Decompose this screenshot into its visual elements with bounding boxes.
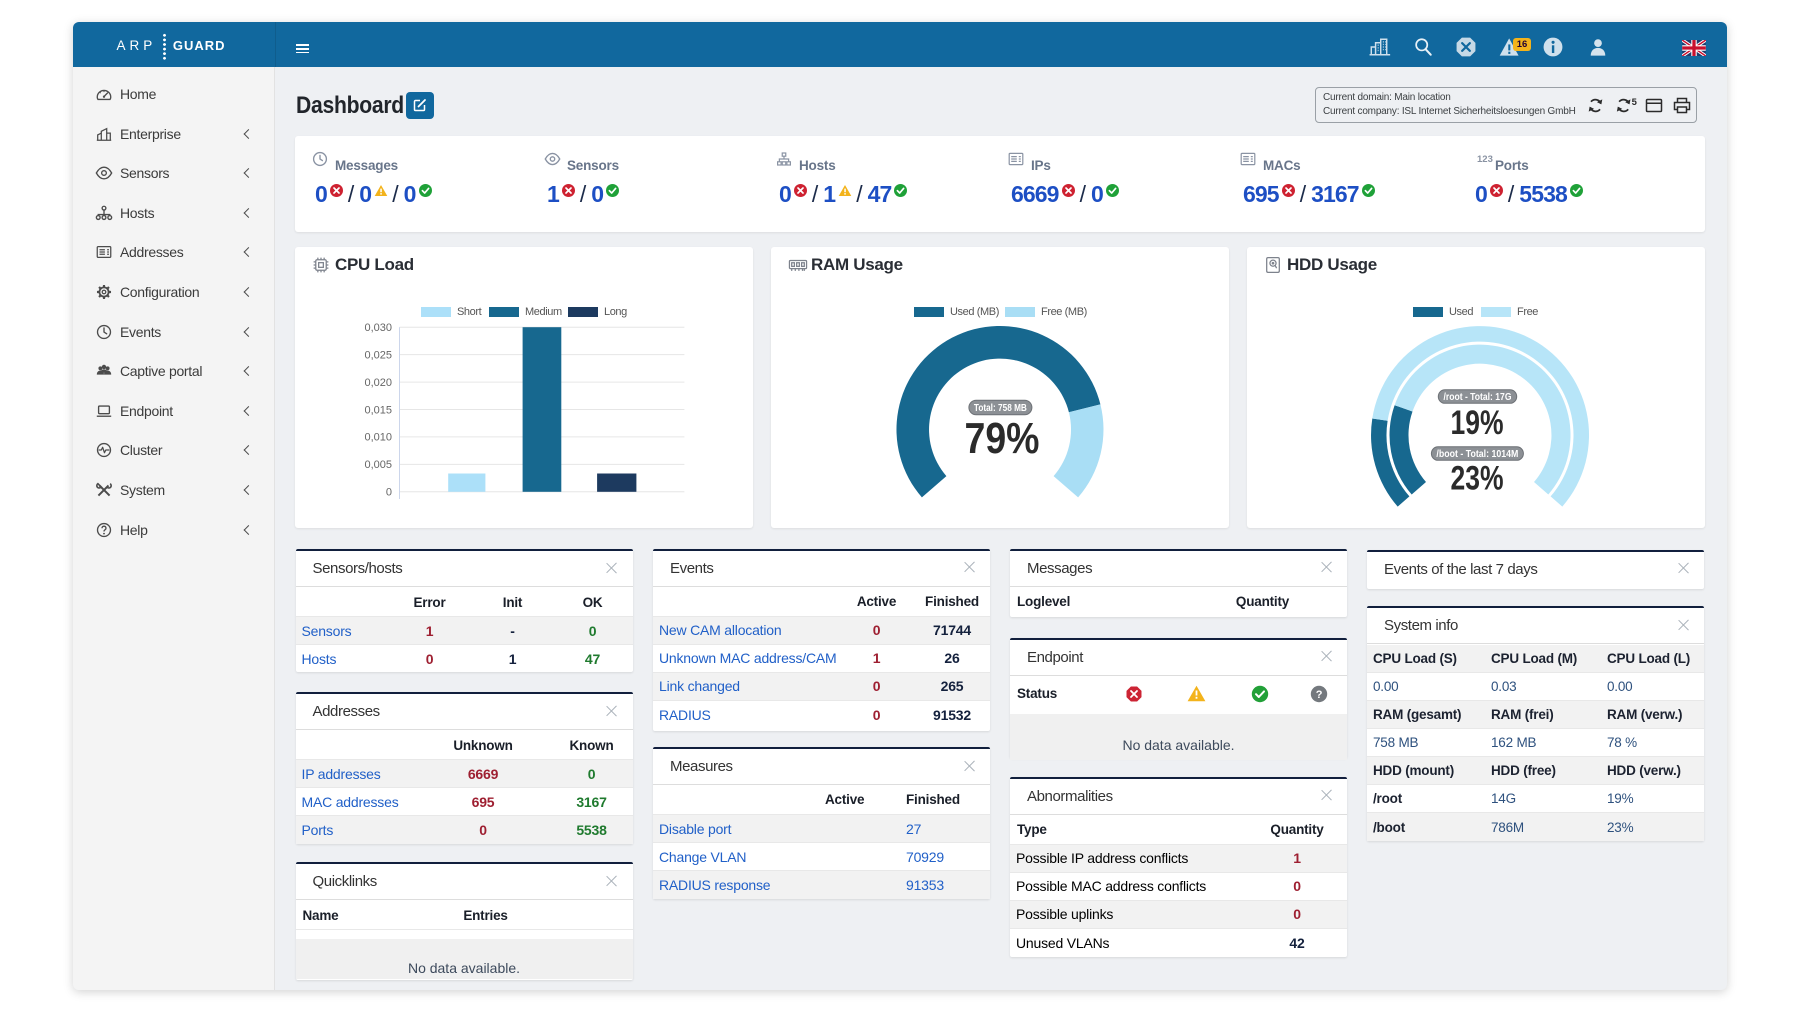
svg-text:?: ? [1316,689,1323,701]
svg-text:19%: 19% [1451,404,1504,442]
svg-text:79%: 79% [965,414,1040,463]
svg-text:0,030: 0,030 [364,322,392,334]
svg-text:Total: 758 MB: Total: 758 MB [974,402,1027,414]
svg-text:23%: 23% [1451,460,1504,498]
svg-text:0,025: 0,025 [364,349,392,361]
svg-text:5: 5 [1632,97,1637,108]
svg-text:/root - Total: 17G: /root - Total: 17G [1444,391,1512,403]
svg-text:0,010: 0,010 [364,432,392,444]
svg-text:0: 0 [386,487,392,499]
svg-text:0,020: 0,020 [364,377,392,389]
svg-text:0,015: 0,015 [364,404,392,416]
svg-text:0,005: 0,005 [364,459,392,471]
svg-text:/boot - Total: 1014M: /boot - Total: 1014M [1436,448,1518,460]
